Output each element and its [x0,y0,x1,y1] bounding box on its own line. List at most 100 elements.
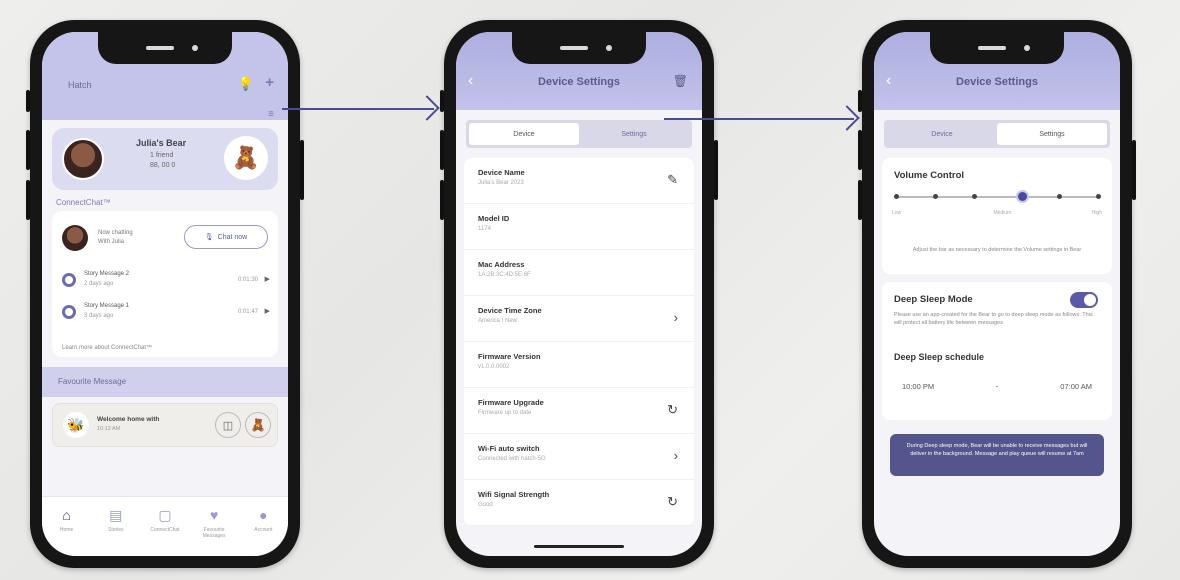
end-time[interactable]: 07:00 AM [1060,382,1092,391]
tab-label: Home [59,527,74,533]
heart-icon: ♥ [210,507,219,523]
tab-stories[interactable]: ▤ Stories [94,507,138,556]
tab-label: Favourite Messages [202,527,226,539]
phone-settings: ‹ Device Settings Device Settings Volume… [858,20,1136,568]
tab-favourites[interactable]: ♥ Favourite Messages [192,507,236,556]
list-item: Model ID 1174 [464,204,694,250]
item-label: Wifi Signal Strength [478,490,550,499]
chat-icon: ▢ [158,507,172,523]
refresh-icon[interactable]: ↻ [667,494,678,510]
mic-icon: 🎙 [204,234,214,241]
time-separator: - [995,382,999,391]
volume-slider[interactable] [894,190,1101,203]
bear-icon: 🧸 [224,136,268,180]
tab-device[interactable]: Device [887,123,997,145]
message-row[interactable]: Story Message 1 3 days ago 0:01:47 ▶ [60,301,270,325]
volume-title: Volume Control [894,170,965,181]
item-label: Device Name [478,168,525,177]
schedule-title: Deep Sleep schedule [894,352,985,362]
list-item[interactable]: Wifi Signal Strength Good ↻ [464,480,694,526]
tab-label: Stories [108,527,124,533]
message-sub: 3 days ago [84,313,114,319]
deep-sleep-card: Deep Sleep Mode Please use an app-create… [882,282,1112,420]
device-icon[interactable]: ◫ [215,412,241,438]
slider-knob[interactable] [1015,190,1029,203]
now-line-2: With Julia [98,239,125,245]
home-screen: Hatch 💡 + ≡ Julia's Bear 1 friend 88, 00… [42,32,288,556]
bulb-icon[interactable]: 💡 [238,76,254,92]
user-icon: ● [259,507,268,523]
message-icon [62,273,76,287]
tab-connectchat[interactable]: ▢ ConnectChat [143,507,187,556]
tab-home[interactable]: ⌂ Home [45,507,89,556]
item-sub: 1174 [478,226,491,232]
favorite-sub: 10:12 AM [97,426,121,432]
item-sub: America / New [478,318,518,324]
message-time: 0:01:30 [237,277,258,283]
device-screen: ‹ Device Settings 🗑 Device Settings Devi… [456,32,702,556]
now-chatting-text: Now chatting With Julia [98,229,133,247]
item-sub: Julia's Bear 2023 [478,180,524,186]
chevron-right-icon[interactable]: › [674,310,678,325]
book-icon: ▤ [109,507,123,523]
bear-small-icon[interactable]: 🧸 [245,412,271,438]
deep-sleep-toggle[interactable] [1070,292,1098,308]
avatar [62,138,104,180]
tab-settings[interactable]: Settings [579,123,689,145]
menu-icon[interactable]: ≡ [268,109,274,120]
tab-device[interactable]: Device [469,123,579,145]
item-label: Wi-Fi auto switch [478,444,540,453]
profile-card[interactable]: Julia's Bear 1 friend 88, 00 0 🧸 [52,128,278,190]
notch [98,32,232,64]
message-time: 0:01:47 [237,309,258,315]
item-label: Firmware Upgrade [478,398,544,407]
item-label: Mac Address [478,260,525,269]
home-indicator [534,545,624,548]
item-sub: v1.0.0.0002 [478,364,510,370]
play-icon[interactable]: ▶ [265,275,270,283]
header-label: Hatch [68,80,92,90]
device-list: Device Name Julia's Bear 2023 ✎ Model ID 11… [464,158,694,526]
high-label: High [1091,210,1102,216]
play-icon[interactable]: ▶ [265,307,270,315]
item-label: Firmware Version [478,352,541,361]
phone-device: ‹ Device Settings 🗑 Device Settings Devi… [440,20,718,568]
favorite-title: Welcome home with [97,416,160,423]
list-item[interactable]: Device Name Julia's Bear 2023 ✎ [464,158,694,204]
message-row[interactable]: Story Message 2 2 days ago 0:01:30 ▶ [60,269,270,293]
start-time[interactable]: 10:00 PM [902,382,934,391]
home-icon: ⌂ [62,507,71,523]
chat-avatar [62,225,88,251]
edit-icon[interactable]: ✎ [667,172,678,188]
profile-stat-2: 88, 00 0 [150,162,176,169]
add-icon[interactable]: + [265,74,274,91]
trash-icon[interactable]: 🗑 [673,74,688,88]
list-item[interactable]: Device Time Zone America / New › [464,296,694,342]
list-item[interactable]: Wi-Fi auto switch Connected with hatch-5G… [464,434,694,480]
connect-label: ConnectChat™ [56,198,111,207]
phone-home: Hatch 💡 + ≡ Julia's Bear 1 friend 88, 00… [26,20,304,568]
volume-description: Adjust the bar as necessary to determine… [912,247,1082,253]
profile-stat-1: 1 friend [150,152,174,159]
refresh-icon[interactable]: ↻ [667,402,678,418]
page-title: Device Settings [538,76,620,88]
profile-name: Julia's Bear [136,138,187,148]
tab-account[interactable]: ● Account [241,507,285,556]
chevron-right-icon[interactable]: › [674,448,678,463]
segmented-control: Device Settings [466,120,692,148]
list-item[interactable]: Firmware Upgrade Firmware up to date ↻ [464,388,694,434]
notch [512,32,646,64]
favorite-header: Favourite Message [42,367,288,397]
message-title: Story Message 2 [84,271,130,277]
learn-more-link[interactable]: Learn more about ConnectChat™ [62,345,152,351]
chat-now-button[interactable]: 🎙 Chat now [184,225,268,249]
list-item: Firmware Version v1.0.0.0002 [464,342,694,388]
tab-label: ConnectChat [150,527,180,533]
item-sub: Good [478,502,493,508]
now-line-1: Now chatting [98,230,133,236]
item-sub: Connected with hatch-5G [478,456,546,462]
volume-card: Volume Control Low Medium High Adjust th… [882,158,1112,274]
favorite-card[interactable]: 🐝 Welcome home with 10:12 AM ◫ 🧸 [52,403,278,447]
deep-sleep-description: Please use an app-created for the Bear t… [894,312,1093,326]
tab-settings[interactable]: Settings [997,123,1107,145]
